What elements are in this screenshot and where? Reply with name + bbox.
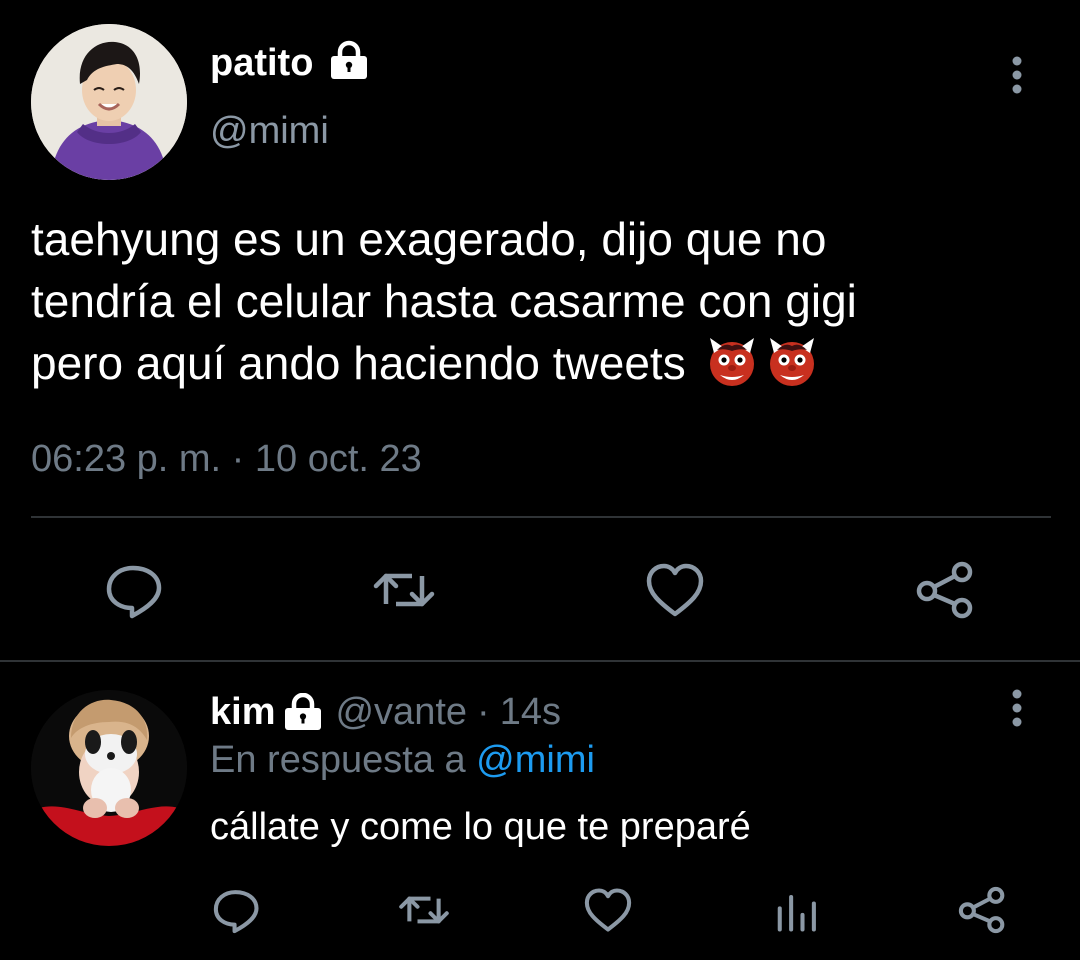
reply-icon: [213, 890, 259, 934]
tweet-text-line: taehyung es un exagerado, dijo que no: [31, 213, 827, 265]
like-icon: [584, 888, 632, 932]
lock-icon: [331, 40, 367, 79]
like-icon: [646, 563, 704, 617]
ogre-emoji-icon: [769, 338, 814, 386]
share-icon: [916, 561, 973, 619]
like-button[interactable]: [643, 558, 707, 622]
share-button[interactable]: [913, 558, 977, 622]
reply-author-avatar[interactable]: [31, 690, 187, 846]
replying-to-mention[interactable]: @mimi: [476, 739, 595, 781]
lock-icon: [285, 693, 322, 730]
divider: [0, 660, 1080, 662]
author-avatar[interactable]: [31, 24, 187, 180]
replying-to: En respuesta a @mimi: [210, 741, 595, 779]
views-icon: [777, 894, 816, 932]
author-display-name[interactable]: patito: [210, 44, 313, 82]
reply-text: cállate y come lo que te preparé: [210, 806, 751, 848]
more-options-icon[interactable]: [1003, 688, 1031, 728]
reply-button[interactable]: [103, 558, 167, 622]
reply-share-button[interactable]: [956, 884, 1008, 936]
reply-handle[interactable]: @vante: [335, 691, 467, 734]
tweet-timestamp[interactable]: 06:23 p. m. · 10 oct. 23: [31, 440, 422, 478]
reply-display-name[interactable]: kim: [210, 691, 275, 734]
retweet-icon: [373, 573, 435, 607]
reply-time[interactable]: 14s: [500, 691, 561, 734]
retweet-icon: [399, 896, 449, 924]
reply-reply-button[interactable]: [211, 884, 263, 936]
reply-retweet-button[interactable]: [398, 884, 450, 936]
share-icon: [958, 886, 1005, 934]
reply-views-button[interactable]: [770, 884, 822, 936]
more-options-icon[interactable]: [1003, 55, 1031, 95]
divider: [31, 516, 1051, 518]
separator-dot: ·: [477, 690, 490, 733]
tweet-text-line: tendría el celular hasta casarme con gig…: [31, 275, 857, 327]
replying-to-label: En respuesta a: [210, 739, 466, 781]
reply-icon: [106, 565, 162, 619]
tweet-text: taehyung es un exagerado, dijo que no te…: [31, 208, 1051, 394]
author-handle[interactable]: @mimi: [210, 112, 329, 150]
reply-header: kim @vante · 14s: [210, 690, 561, 734]
ogre-emoji-icon: [709, 338, 754, 386]
retweet-button[interactable]: [372, 558, 436, 622]
reply-like-button[interactable]: [582, 884, 634, 936]
tweet-text-line: pero aquí ando haciendo tweets: [31, 332, 1051, 394]
